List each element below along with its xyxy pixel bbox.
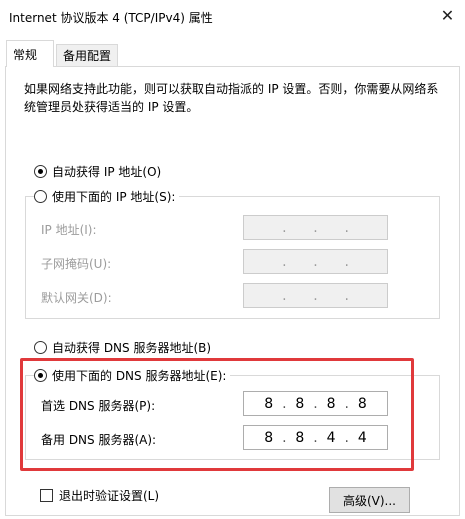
auto-ip-label: 自动获得 IP 地址(O) <box>52 165 162 179</box>
preferred-dns-input[interactable]: 8. 8. 8. 8 <box>243 391 388 416</box>
auto-dns-label: 自动获得 DNS 服务器地址(B) <box>52 341 212 355</box>
manual-dns-radio[interactable]: 使用下面的 DNS 服务器地址(E): <box>34 367 231 384</box>
validate-on-exit-checkbox[interactable]: 退出时验证设置(L) <box>40 487 159 504</box>
manual-ip-label: 使用下面的 IP 地址(S): <box>52 190 176 204</box>
auto-dns-radio-button[interactable] <box>34 341 47 354</box>
tab-alternate-config[interactable]: 备用配置 <box>56 44 118 66</box>
manual-dns-radio-button[interactable] <box>34 369 47 382</box>
advanced-button[interactable]: 高级(V)... <box>329 487 410 513</box>
auto-ip-radio[interactable]: 自动获得 IP 地址(O) <box>34 163 161 180</box>
default-gateway-input[interactable]: . . . <box>243 283 388 308</box>
alternate-dns-input[interactable]: 8. 8. 4. 4 <box>243 425 388 450</box>
subnet-mask-input[interactable]: . . . <box>243 249 388 274</box>
window-title: Internet 协议版本 4 (TCP/IPv4) 属性 <box>9 11 213 25</box>
manual-ip-radio-button[interactable] <box>34 190 47 203</box>
subnet-mask-label: 子网掩码(U): <box>41 257 112 271</box>
alternate-dns-label: 备用 DNS 服务器(A): <box>41 433 157 447</box>
validate-label: 退出时验证设置(L) <box>59 489 160 503</box>
manual-dns-label: 使用下面的 DNS 服务器地址(E): <box>52 369 227 383</box>
close-button[interactable]: ✕ <box>430 0 465 30</box>
validate-checkbox-box[interactable] <box>40 489 53 502</box>
ip-address-label: IP 地址(I): <box>41 223 97 237</box>
close-icon: ✕ <box>440 5 455 25</box>
auto-dns-radio[interactable]: 自动获得 DNS 服务器地址(B) <box>34 339 211 356</box>
description-text: 如果网络支持此功能，则可以获取自动指派的 IP 设置。否则，你需要从网络系统管理… <box>24 82 439 114</box>
title-bar: Internet 协议版本 4 (TCP/IPv4) 属性 ✕ <box>0 0 465 32</box>
manual-ip-radio[interactable]: 使用下面的 IP 地址(S): <box>34 188 180 205</box>
tab-general-label: 常规 <box>13 47 38 62</box>
tab-alternate-config-label: 备用配置 <box>63 49 112 63</box>
tab-general[interactable]: 常规 <box>6 40 54 67</box>
auto-ip-radio-button[interactable] <box>34 165 47 178</box>
preferred-dns-label: 首选 DNS 服务器(P): <box>41 399 156 413</box>
ip-address-input[interactable]: . . . <box>243 215 388 240</box>
default-gateway-label: 默认网关(D): <box>41 291 112 305</box>
